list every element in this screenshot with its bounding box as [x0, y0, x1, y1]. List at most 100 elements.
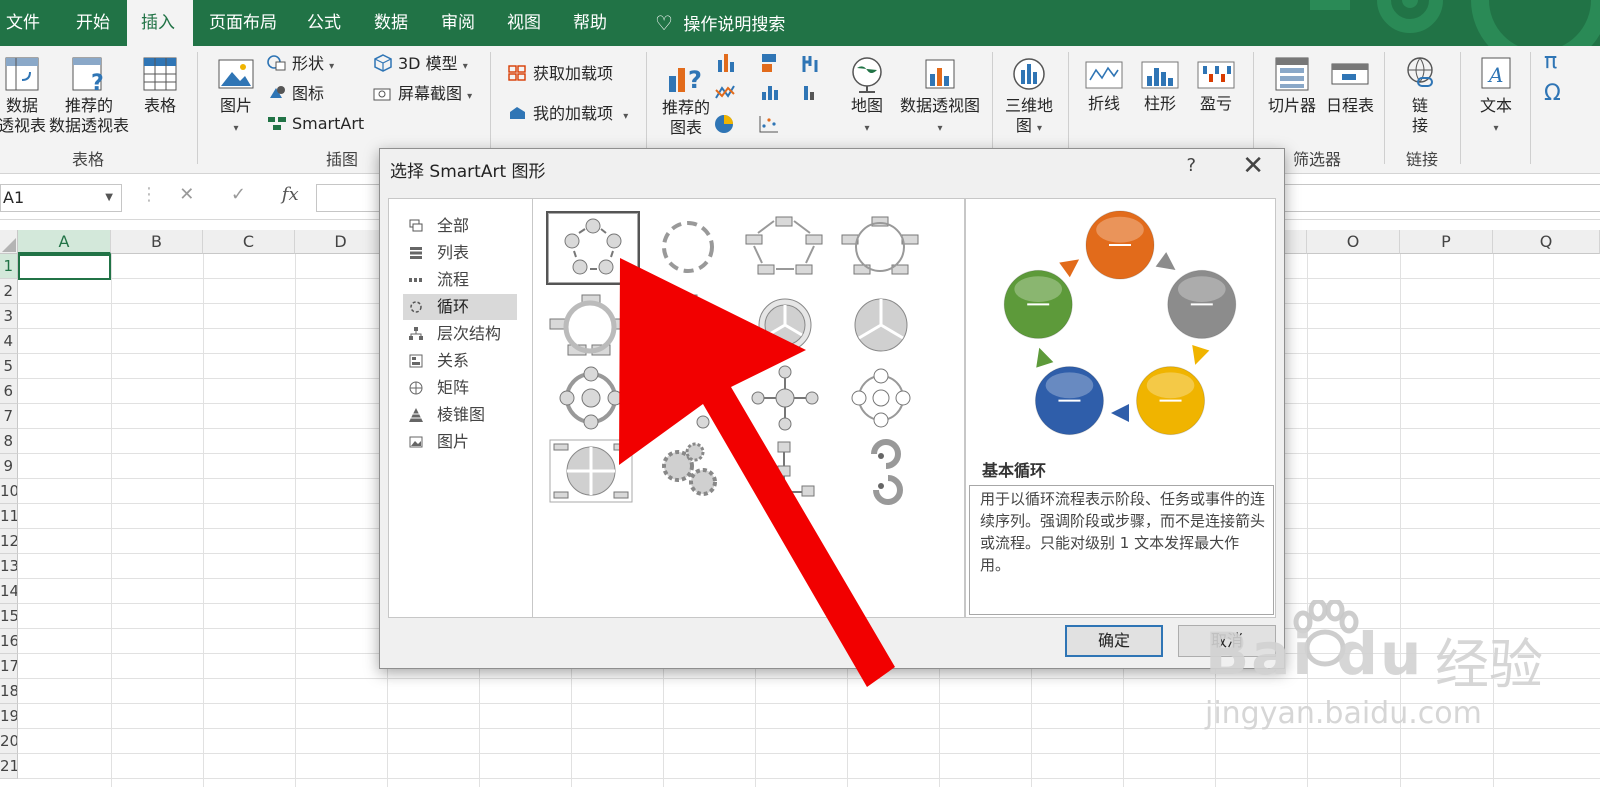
sparkline-line-button[interactable]: 折线 [1082, 58, 1126, 114]
row-header[interactable]: 11 [0, 504, 18, 529]
layout-block-cycle[interactable] [740, 211, 834, 285]
tab-home[interactable]: 开始 [66, 0, 120, 46]
link-button[interactable]: 链 接 [1398, 54, 1442, 136]
smartart-button[interactable]: SmartArt [266, 114, 364, 134]
layout-continuous-cycle[interactable] [546, 289, 640, 363]
category-pyramid[interactable]: 棱锥图 [403, 402, 517, 428]
symbol-button[interactable]: Ω [1544, 83, 1561, 105]
pivot-chart-button[interactable]: 数据透视图 ▾ [894, 54, 986, 139]
row-header[interactable]: 21 [0, 754, 18, 779]
row-header[interactable]: 16 [0, 629, 18, 654]
enter-icon[interactable]: ✓ [215, 184, 261, 205]
equation-button[interactable]: π [1544, 51, 1557, 73]
screenshot-button[interactable]: 屏幕截图 ▾ [372, 84, 472, 107]
layout-circular-arrows[interactable] [836, 436, 930, 510]
column-header-c[interactable]: C [203, 230, 295, 254]
icons-button[interactable]: 图标 [266, 84, 324, 104]
layout-segmented-cycle[interactable] [836, 211, 930, 285]
row-header[interactable]: 5 [0, 354, 18, 379]
category-relationship[interactable]: 关系 [403, 348, 517, 374]
close-icon[interactable]: ✕ [1242, 151, 1264, 181]
row-header[interactable]: 4 [0, 329, 18, 354]
category-cycle[interactable]: 循环 [403, 294, 517, 320]
category-all[interactable]: 全部 [403, 213, 517, 239]
row-header[interactable]: 18 [0, 679, 18, 704]
column-header-p[interactable]: P [1400, 230, 1493, 254]
tab-view[interactable]: 视图 [497, 0, 551, 46]
category-list-item[interactable]: 列表 [403, 240, 517, 266]
table-button[interactable]: 表格 [140, 54, 180, 116]
column-header-q[interactable]: Q [1493, 230, 1600, 254]
row-header[interactable]: 9 [0, 454, 18, 479]
tab-help[interactable]: 帮助 [563, 0, 617, 46]
column-header-d[interactable]: D [295, 230, 387, 254]
row-header[interactable]: 12 [0, 529, 18, 554]
row-header[interactable]: 13 [0, 554, 18, 579]
category-process[interactable]: 流程 [403, 267, 517, 293]
row-header[interactable]: 8 [0, 429, 18, 454]
help-button[interactable]: ? [1186, 155, 1196, 176]
pivot-table-button[interactable]: 数据 透视表 [0, 54, 52, 136]
row-header[interactable]: 14 [0, 579, 18, 604]
category-matrix[interactable]: 矩阵 [403, 375, 517, 401]
row-header[interactable]: 6 [0, 379, 18, 404]
layout-hierarchy-cycle[interactable] [740, 436, 834, 510]
chevron-down-icon[interactable]: ▼ [105, 185, 113, 211]
select-all-corner[interactable] [0, 230, 18, 254]
tab-file[interactable]: 文件 [0, 0, 50, 46]
layout-text-cycle[interactable] [643, 211, 737, 285]
layout-basic-cycle[interactable] [546, 211, 640, 285]
layout-gear[interactable] [643, 436, 737, 510]
category-picture[interactable]: 图片 [403, 429, 517, 455]
row-header[interactable]: 10 [0, 479, 18, 504]
category-hierarchy[interactable]: 层次结构 [403, 321, 517, 347]
row-header[interactable]: 7 [0, 404, 18, 429]
column-header-a[interactable]: A [18, 230, 111, 254]
layout-radial-venn[interactable] [836, 362, 930, 436]
shapes-button[interactable]: 形状 ▾ [266, 54, 334, 77]
chart-type-icons[interactable] [714, 52, 838, 140]
tab-data[interactable]: 数据 [364, 0, 418, 46]
sparkline-winloss-button[interactable]: 盈亏 [1194, 58, 1238, 114]
row-header[interactable]: 3 [0, 304, 18, 329]
tab-page-layout[interactable]: 页面布局 [199, 0, 287, 46]
timeline-button[interactable]: 日程表 [1322, 54, 1378, 116]
text-button[interactable]: A 文本 ▾ [1470, 54, 1522, 139]
layout-radial-cycle[interactable] [546, 362, 640, 436]
layout-segmented-pie-cycle[interactable] [740, 289, 834, 363]
active-cell-a1[interactable] [18, 254, 111, 280]
slicer-button[interactable]: 切片器 [1264, 54, 1320, 116]
maps-button[interactable]: 地图 ▾ [848, 54, 886, 139]
row-header[interactable]: 1 [0, 254, 18, 279]
name-box[interactable]: A1 ▼ [0, 184, 122, 212]
tab-insert[interactable]: 插入 [127, 0, 193, 46]
layout-multidirectional-cycle[interactable] [643, 289, 737, 363]
row-header[interactable]: 20 [0, 729, 18, 754]
ok-button[interactable]: 确定 [1065, 625, 1163, 657]
layout-cycle-matrix-quad[interactable] [546, 436, 640, 510]
column-header-b[interactable]: B [111, 230, 203, 254]
3d-map-button[interactable]: 三维地 图 ▾ [1002, 54, 1056, 139]
row-header[interactable]: 15 [0, 604, 18, 629]
my-addins-button[interactable]: 我的加载项 ▾ [507, 104, 628, 127]
row-header[interactable]: 19 [0, 704, 18, 729]
drag-handle-icon[interactable]: ⋮ [140, 184, 158, 205]
layout-basic-pie[interactable] [836, 289, 930, 363]
row-header[interactable]: 2 [0, 279, 18, 304]
recommended-pivot-button[interactable]: ? 推荐的 数据透视表 [48, 54, 130, 136]
tab-formulas[interactable]: 公式 [297, 0, 351, 46]
layout-cycle-matrix[interactable] [643, 362, 737, 436]
layout-radial-cluster[interactable] [740, 362, 834, 436]
row-header[interactable]: 17 [0, 654, 18, 679]
tell-me-search[interactable]: ♡ 操作说明搜索 [650, 0, 785, 46]
column-header-o[interactable]: O [1307, 230, 1400, 254]
recommended-charts-button[interactable]: ? 推荐的 图表 [656, 54, 716, 138]
pivot-table-icon [5, 57, 39, 91]
get-addins-button[interactable]: 获取加载项 [507, 64, 613, 84]
pictures-button[interactable]: 图片 ▾ [215, 54, 257, 139]
3d-models-button[interactable]: 3D 模型 ▾ [372, 54, 468, 77]
insert-function-icon[interactable]: fx [267, 184, 313, 205]
tab-review[interactable]: 审阅 [431, 0, 485, 46]
sparkline-column-button[interactable]: 柱形 [1138, 58, 1182, 114]
cancel-icon[interactable]: ✕ [164, 184, 210, 205]
